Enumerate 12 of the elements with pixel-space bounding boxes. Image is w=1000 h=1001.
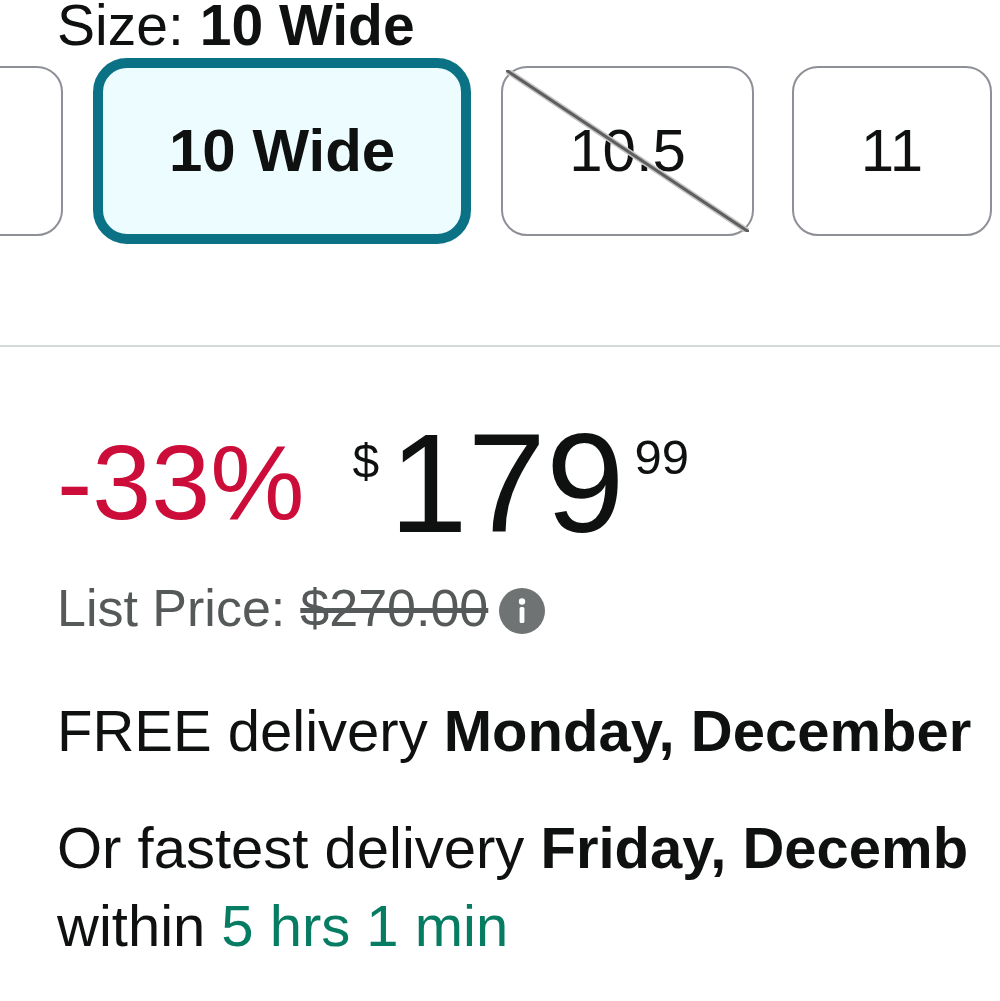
list-price-label: List Price: — [57, 578, 286, 640]
selected-size-value: 10 Wide — [199, 0, 415, 52]
free-delivery-text: FREE delivery Monday, December — [56, 696, 973, 765]
size-option-button[interactable]: 10 Wide — [93, 58, 472, 245]
size-option-button[interactable]: 11 — [792, 66, 992, 237]
order-within-text: within — [57, 891, 206, 960]
info-icon[interactable] — [499, 588, 546, 635]
list-price: $270.00 — [300, 578, 489, 640]
countdown-timer: 5 hrs 1 min — [221, 891, 509, 960]
discount-percentage: -33% — [57, 429, 305, 536]
size-label: Size: — [57, 0, 184, 52]
fastest-delivery-text: Or fastest delivery Friday, Decemb — [56, 813, 970, 882]
